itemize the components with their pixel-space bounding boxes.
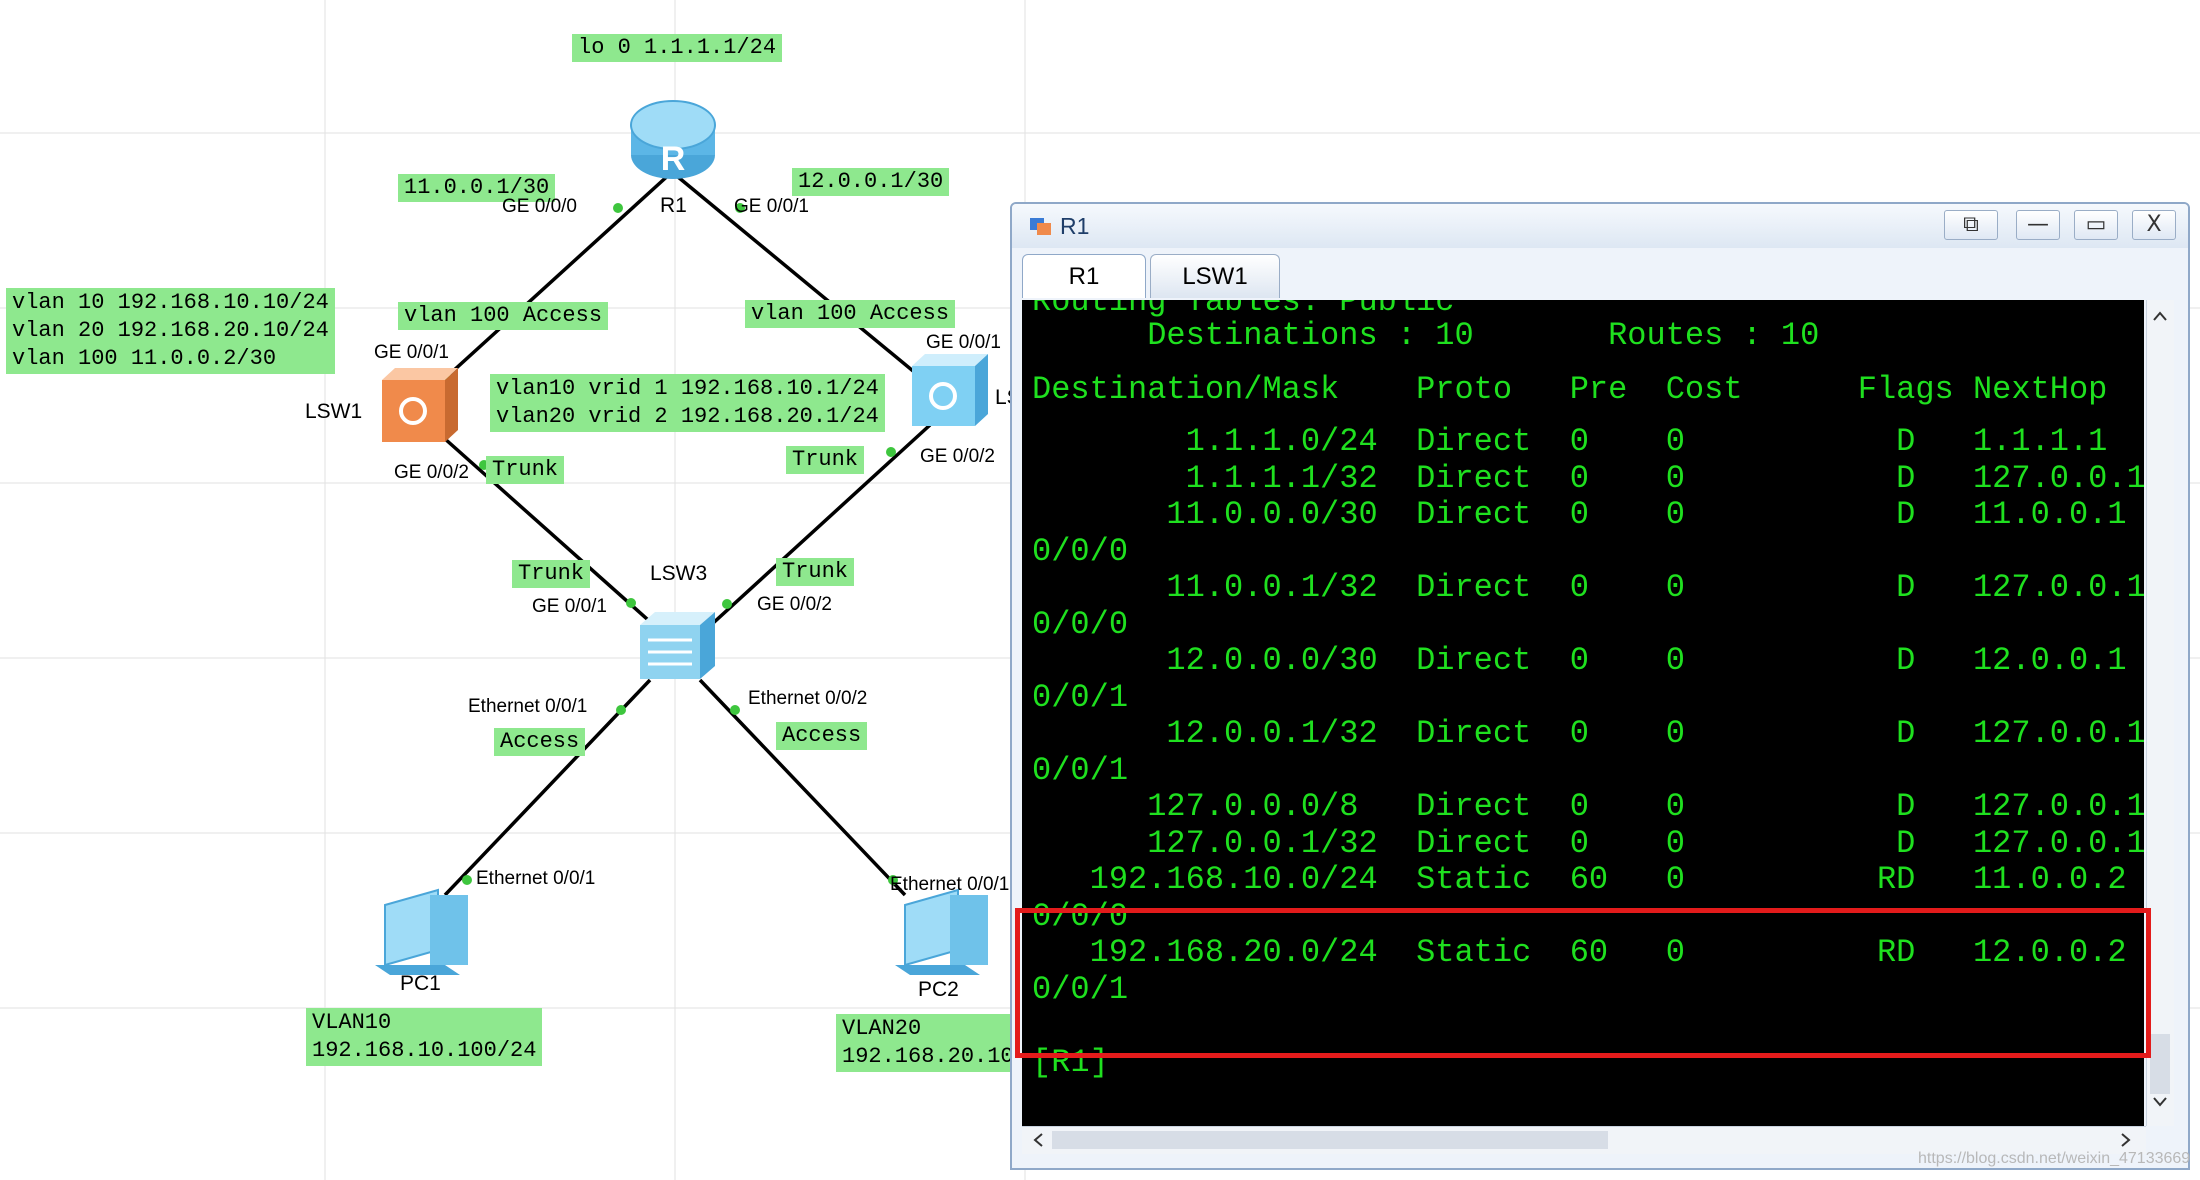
lsw1-uplink-mode-label: vlan 100 Access — [398, 302, 609, 330]
restore-button[interactable]: ⧉ — [1944, 210, 1998, 240]
route-line: 192.168.10.0/24 Static 60 0 RD 11.0.0.2 — [1032, 861, 2127, 898]
switch-lsw3-icon[interactable] — [640, 612, 715, 679]
device-tabs: R1 LSW1 — [1022, 252, 2178, 300]
lsw3-left-mode-label: Trunk — [512, 560, 591, 588]
lsw2-ge002-port: GE 0/0/2 — [920, 446, 995, 467]
r1-ge000-port: GE 0/0/0 — [502, 196, 577, 217]
lsw1-ge002-port: GE 0/0/2 — [394, 462, 469, 483]
lsw3-right-mode-label: Trunk — [776, 558, 855, 586]
lsw3-ge001-port: GE 0/0/1 — [532, 596, 607, 617]
route-line: 11.0.0.0/30 Direct 0 0 D 11.0.0.1 — [1032, 496, 2127, 533]
pc2-icon[interactable] — [895, 888, 988, 975]
lsw1-ge001-port: GE 0/0/1 — [374, 342, 449, 363]
route-line: 0/0/0 — [1032, 605, 1129, 643]
svg-text:R: R — [661, 140, 686, 178]
pc2-name: PC2 — [918, 978, 959, 1001]
lsw1-vlan-config: vlan 10 192.168.10.10/24 vlan 20 192.168… — [6, 288, 335, 374]
route-line: 0/0/1 — [1032, 678, 1129, 716]
watermark: https://blog.csdn.net/weixin_47133669 — [1918, 1150, 2191, 1167]
lsw1-name: LSW1 — [305, 400, 363, 423]
lsw2-down-mode-label: Trunk — [786, 446, 865, 474]
pc2-eth-port: Ethernet 0/0/1 — [890, 874, 1010, 895]
minimize-button[interactable]: — — [2016, 210, 2060, 240]
lsw2-ge001-port: GE 0/0/1 — [926, 332, 1001, 353]
pc1-eth-port: Ethernet 0/0/1 — [476, 868, 596, 889]
r1-name: R1 — [660, 194, 687, 217]
pc1-address-label: VLAN10 192.168.10.100/24 — [306, 1008, 543, 1066]
lsw3-name: LSW3 — [650, 562, 708, 585]
lsw2-uplink-mode-label: vlan 100 Access — [745, 300, 956, 328]
pc1-icon[interactable] — [375, 888, 468, 975]
switch-lsw1-icon[interactable] — [382, 368, 458, 442]
tab-lsw1[interactable]: LSW1 — [1150, 254, 1280, 298]
lsw3-eth002-port: Ethernet 0/0/2 — [748, 688, 868, 709]
window-titlebar[interactable]: R1 ⧉ — ▭ X — [1012, 204, 2188, 248]
route-line: 12.0.0.1/32 Direct 0 0 D 127.0.0.1 — [1032, 715, 2144, 752]
route-line: 1.1.1.1/32 Direct 0 0 D 127.0.0.1 — [1032, 459, 2144, 497]
route-line: 12.0.0.0/30 Direct 0 0 D 12.0.0.1 — [1032, 642, 2127, 679]
console-table-header: Destination/Mask Proto Pre Cost Flags Ne… — [1032, 371, 2108, 408]
route-line: 1.1.1.0/24 Direct 0 0 D 1.1.1.1 — [1032, 423, 2108, 460]
lsw3-ge002-port: GE 0/0/2 — [757, 594, 832, 615]
static-routes-highlight-box — [1015, 908, 2151, 1058]
switch-lsw2-icon[interactable] — [912, 354, 988, 426]
pc2-address-label: VLAN20 192.168.20.10 — [836, 1014, 1020, 1072]
r1-ge001-ip-label: 12.0.0.1/30 — [792, 168, 950, 196]
lsw3-access-left-label: Access — [494, 728, 586, 756]
route-line: 127.0.0.0/8 Direct 0 0 D 127.0.0.1 — [1032, 788, 2144, 825]
lsw1-down-mode-label: Trunk — [486, 456, 565, 484]
lsw3-access-right-label: Access — [776, 722, 868, 750]
r1-ge001-port: GE 0/0/1 — [734, 196, 809, 217]
route-line: 127.0.0.1/32 Direct 0 0 D 127.0.0.1 — [1032, 824, 2144, 862]
lsw3-eth001-port: Ethernet 0/0/1 — [468, 696, 588, 717]
close-button[interactable]: X — [2132, 210, 2176, 240]
loopback-label: lo 0 1.1.1.1/24 — [572, 34, 783, 62]
route-line: 11.0.0.1/32 Direct 0 0 D 127.0.0.1 — [1032, 569, 2144, 606]
tab-r1[interactable]: R1 — [1022, 254, 1146, 298]
route-line: 0/0/1 — [1032, 751, 1129, 789]
terminal-app-icon — [1030, 218, 1051, 235]
pc1-name: PC1 — [400, 972, 441, 995]
console-summary: Destinations : 10 Routes : 10 — [1032, 317, 1820, 354]
router-icon[interactable]: R — [630, 100, 716, 179]
window-title: R1 — [1060, 213, 1090, 239]
vrrp-config-label: vlan10 vrid 1 192.168.10.1/24 vlan20 vri… — [490, 374, 885, 432]
route-line: 0/0/0 — [1032, 532, 1129, 570]
maximize-button[interactable]: ▭ — [2074, 210, 2118, 240]
